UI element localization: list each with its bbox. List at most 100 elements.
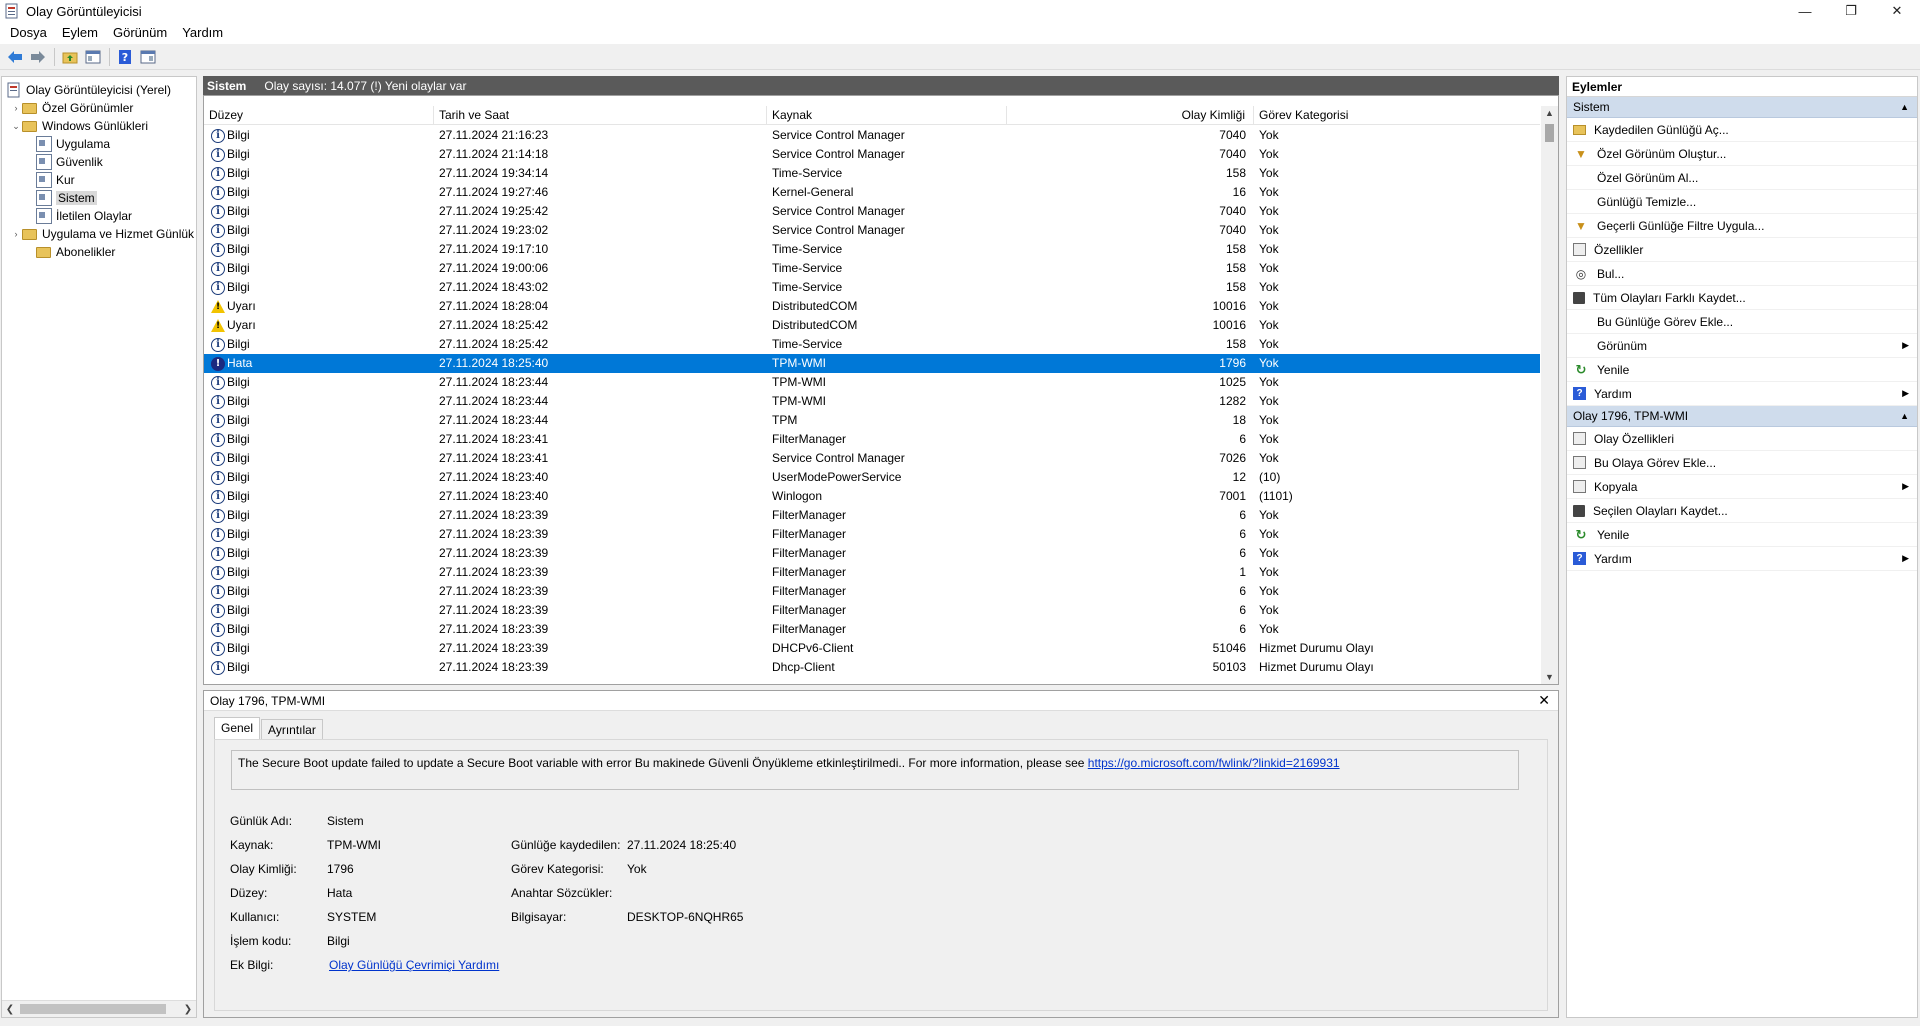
scroll-right-icon[interactable]: ❯ — [180, 1001, 196, 1017]
column-header-event-id[interactable]: Olay Kimliği — [1007, 106, 1254, 125]
close-detail-button[interactable]: ✕ — [1538, 692, 1550, 709]
expand-toggle-icon[interactable]: › — [10, 229, 22, 239]
action-yenile[interactable]: ↻ Yenile — [1567, 358, 1917, 382]
event-row[interactable]: i Bilgi 27.11.2024 18:23:39 FilterManager 6 Y… — [204, 582, 1540, 601]
tree-node-guvenlik[interactable]: Güvenlik — [36, 153, 103, 171]
column-header-task-category[interactable]: Görev Kategorisi — [1254, 106, 1540, 125]
event-row[interactable]: i Bilgi 27.11.2024 21:16:23 Service Control… — [204, 126, 1540, 145]
menu-gorunum[interactable]: Görünüm — [107, 22, 176, 44]
event-row[interactable]: i Bilgi 27.11.2024 18:23:40 UserModePowerSe… — [204, 468, 1540, 487]
minimize-button[interactable]: — — [1782, 0, 1828, 22]
action-bu-olaya-gorev-ekle[interactable]: Bu Olaya Görev Ekle... — [1567, 451, 1917, 475]
event-row[interactable]: i Bilgi 27.11.2024 18:25:42 Time-Service 158… — [204, 335, 1540, 354]
expand-toggle-icon[interactable]: ⌄ — [10, 121, 22, 132]
event-row[interactable]: i Bilgi 27.11.2024 18:23:39 DHCPv6-Client 51… — [204, 639, 1540, 658]
action-gecerli-gunluge-filtre-uygula[interactable]: ▼ Geçerli Günlüğe Filtre Uygula... — [1567, 214, 1917, 238]
back-button[interactable] — [4, 46, 26, 68]
event-row[interactable]: i Bilgi 27.11.2024 18:23:44 TPM-WMI 1282 Yok — [204, 392, 1540, 411]
expand-toggle-icon[interactable]: › — [10, 103, 22, 113]
actions-section-sistem[interactable]: Sistem ▲ — [1567, 97, 1917, 118]
action-kopyala[interactable]: Kopyala ▶ — [1567, 475, 1917, 499]
action-yenile[interactable]: ↻ Yenile — [1567, 523, 1917, 547]
event-row[interactable]: i Bilgi 27.11.2024 18:23:44 TPM-WMI 1025 Yok — [204, 373, 1540, 392]
tree-node-windows-gunlukleri[interactable]: ⌄ Windows Günlükleri — [10, 117, 148, 135]
event-row[interactable]: i Bilgi 27.11.2024 19:17:10 Time-Service 158… — [204, 240, 1540, 259]
help-button[interactable]: ? — [114, 46, 136, 68]
collapse-caret-icon[interactable]: ▲ — [1900, 97, 1909, 118]
action-secilen-olaylari-kaydet[interactable]: Seçilen Olayları Kaydet... — [1567, 499, 1917, 523]
event-row[interactable]: i Bilgi 27.11.2024 21:14:18 Service Control… — [204, 145, 1540, 164]
menu-dosya[interactable]: Dosya — [4, 22, 56, 44]
tree-node-abonelikler[interactable]: Abonelikler — [24, 243, 115, 261]
menu-eylem[interactable]: Eylem — [56, 22, 107, 44]
online-help-link[interactable]: Olay Günlüğü Çevrimiçi Yardımı — [329, 956, 499, 974]
event-row[interactable]: i Bilgi 27.11.2024 19:00:06 Time-Service 158… — [204, 259, 1540, 278]
column-header-datetime[interactable]: Tarih ve Saat — [434, 106, 767, 125]
event-datetime-cell: 27.11.2024 21:14:18 — [439, 147, 549, 161]
tree-node-ozel-gorunumler[interactable]: › Özel Görünümler — [10, 99, 134, 117]
close-button[interactable]: ✕ — [1874, 0, 1920, 22]
scroll-down-icon[interactable]: ▼ — [1541, 672, 1558, 682]
event-row[interactable]: i Bilgi 27.11.2024 18:23:39 FilterManager 6 Y… — [204, 506, 1540, 525]
event-row[interactable]: i Bilgi 27.11.2024 18:23:39 FilterManager 1 Y… — [204, 563, 1540, 582]
event-row[interactable]: i Bilgi 27.11.2024 18:23:39 FilterManager 6 Y… — [204, 525, 1540, 544]
tab-ayrintilar[interactable]: Ayrıntılar — [261, 719, 323, 739]
action-yardim[interactable]: ? Yardım ▶ — [1567, 547, 1917, 571]
action-tum-olaylari-farkli-kaydet[interactable]: Tüm Olayları Farklı Kaydet... — [1567, 286, 1917, 310]
event-row[interactable]: i Bilgi 27.11.2024 19:27:46 Kernel-General 1… — [204, 183, 1540, 202]
event-list-vertical-scrollbar[interactable]: ▲ ▼ — [1541, 106, 1558, 684]
event-row[interactable]: i Bilgi 27.11.2024 18:23:40 Winlogon 7001 (11… — [204, 487, 1540, 506]
event-row[interactable]: i Bilgi 27.11.2024 18:43:02 Time-Service 158… — [204, 278, 1540, 297]
up-folder-button[interactable] — [59, 46, 81, 68]
forward-button[interactable] — [27, 46, 49, 68]
column-header-level[interactable]: Düzey — [204, 106, 434, 125]
action-yardim[interactable]: ? Yardım ▶ — [1567, 382, 1917, 406]
tree-node-iletilen-olaylar[interactable]: İletilen Olaylar — [36, 207, 132, 225]
level-icon-wrap: i — [211, 641, 225, 656]
action-olay-ozellikleri[interactable]: Olay Özellikleri — [1567, 427, 1917, 451]
menu-yardim[interactable]: Yardım — [176, 22, 232, 44]
event-row[interactable]: i Bilgi 27.11.2024 19:23:02 Service Control… — [204, 221, 1540, 240]
action-bu-gunluge-gorev-ekle[interactable]: Bu Günlüğe Görev Ekle... — [1567, 310, 1917, 334]
event-row[interactable]: i Bilgi 27.11.2024 18:23:41 FilterManager 6 Y… — [204, 430, 1540, 449]
show-hide-action-pane-button[interactable] — [137, 46, 159, 68]
event-message-link[interactable]: https://go.microsoft.com/fwlink/?linkid=… — [1088, 756, 1340, 770]
event-row[interactable]: i Bilgi 27.11.2024 18:23:39 Dhcp-Client 5010… — [204, 658, 1540, 677]
tab-genel[interactable]: Genel — [214, 717, 261, 739]
event-row[interactable]: i Bilgi 27.11.2024 19:25:42 Service Control… — [204, 202, 1540, 221]
action-kaydedilen-gunlugu-ac[interactable]: Kaydedilen Günlüğü Aç... — [1567, 118, 1917, 142]
tree-node-kur[interactable]: Kur — [36, 171, 75, 189]
collapse-caret-icon[interactable]: ▲ — [1900, 406, 1909, 427]
arrow-right-icon — [31, 50, 45, 63]
column-header-source[interactable]: Kaynak — [767, 106, 1007, 125]
event-row[interactable]: i Bilgi 27.11.2024 18:23:39 FilterManager 6 Y… — [204, 544, 1540, 563]
event-row[interactable]: i Bilgi 27.11.2024 19:34:14 Time-Service 158… — [204, 164, 1540, 183]
tree-horizontal-scrollbar[interactable]: ❮ ❯ — [2, 1000, 196, 1017]
action-ozel-gorunum-al[interactable]: Özel Görünüm Al... — [1567, 166, 1917, 190]
scrollbar-thumb[interactable] — [20, 1004, 166, 1014]
action-ozellikler[interactable]: Özellikler — [1567, 238, 1917, 262]
event-row[interactable]: Uyarı 27.11.2024 18:28:04 DistributedCOM 10… — [204, 297, 1540, 316]
event-row[interactable]: i Bilgi 27.11.2024 18:23:39 FilterManager 6 Y… — [204, 620, 1540, 639]
tree-node-uygulama-ve-hizmet-gunluk[interactable]: › Uygulama ve Hizmet Günlük — [10, 225, 195, 243]
tree-node-uygulama[interactable]: Uygulama — [36, 135, 110, 153]
event-row[interactable]: ! Hata 27.11.2024 18:25:40 TPM-WMI 1796 Yok — [204, 354, 1540, 373]
scroll-left-icon[interactable]: ❮ — [2, 1001, 18, 1017]
show-hide-tree-button[interactable] — [82, 46, 104, 68]
action-gunlugu-temizle[interactable]: Günlüğü Temizle... — [1567, 190, 1917, 214]
actions-section-olay-1796-tpm-wmi[interactable]: Olay 1796, TPM-WMI ▲ — [1567, 406, 1917, 427]
maximize-button[interactable]: ❐ — [1828, 0, 1874, 22]
tree-node-olay-goruntuleyicisi-yerel[interactable]: Olay Görüntüleyicisi (Yerel) — [6, 81, 171, 99]
event-message[interactable]: The Secure Boot update failed to update … — [231, 750, 1519, 790]
event-row[interactable]: i Bilgi 27.11.2024 18:23:41 Service Control… — [204, 449, 1540, 468]
action-ozel-gorunum-olustur[interactable]: ▼ Özel Görünüm Oluştur... — [1567, 142, 1917, 166]
action-gorunum[interactable]: Görünüm ▶ — [1567, 334, 1917, 358]
action-bul[interactable]: ◎ Bul... — [1567, 262, 1917, 286]
tree-node-sistem[interactable]: Sistem — [36, 189, 97, 207]
scrollbar-thumb[interactable] — [1545, 124, 1554, 142]
event-task-cell: Yok — [1259, 185, 1279, 199]
event-row[interactable]: Uyarı 27.11.2024 18:25:42 DistributedCOM 10… — [204, 316, 1540, 335]
event-row[interactable]: i Bilgi 27.11.2024 18:23:44 TPM 18 Yok — [204, 411, 1540, 430]
event-row[interactable]: i Bilgi 27.11.2024 18:23:39 FilterManager 6 Y… — [204, 601, 1540, 620]
scroll-up-icon[interactable]: ▲ — [1541, 108, 1558, 118]
